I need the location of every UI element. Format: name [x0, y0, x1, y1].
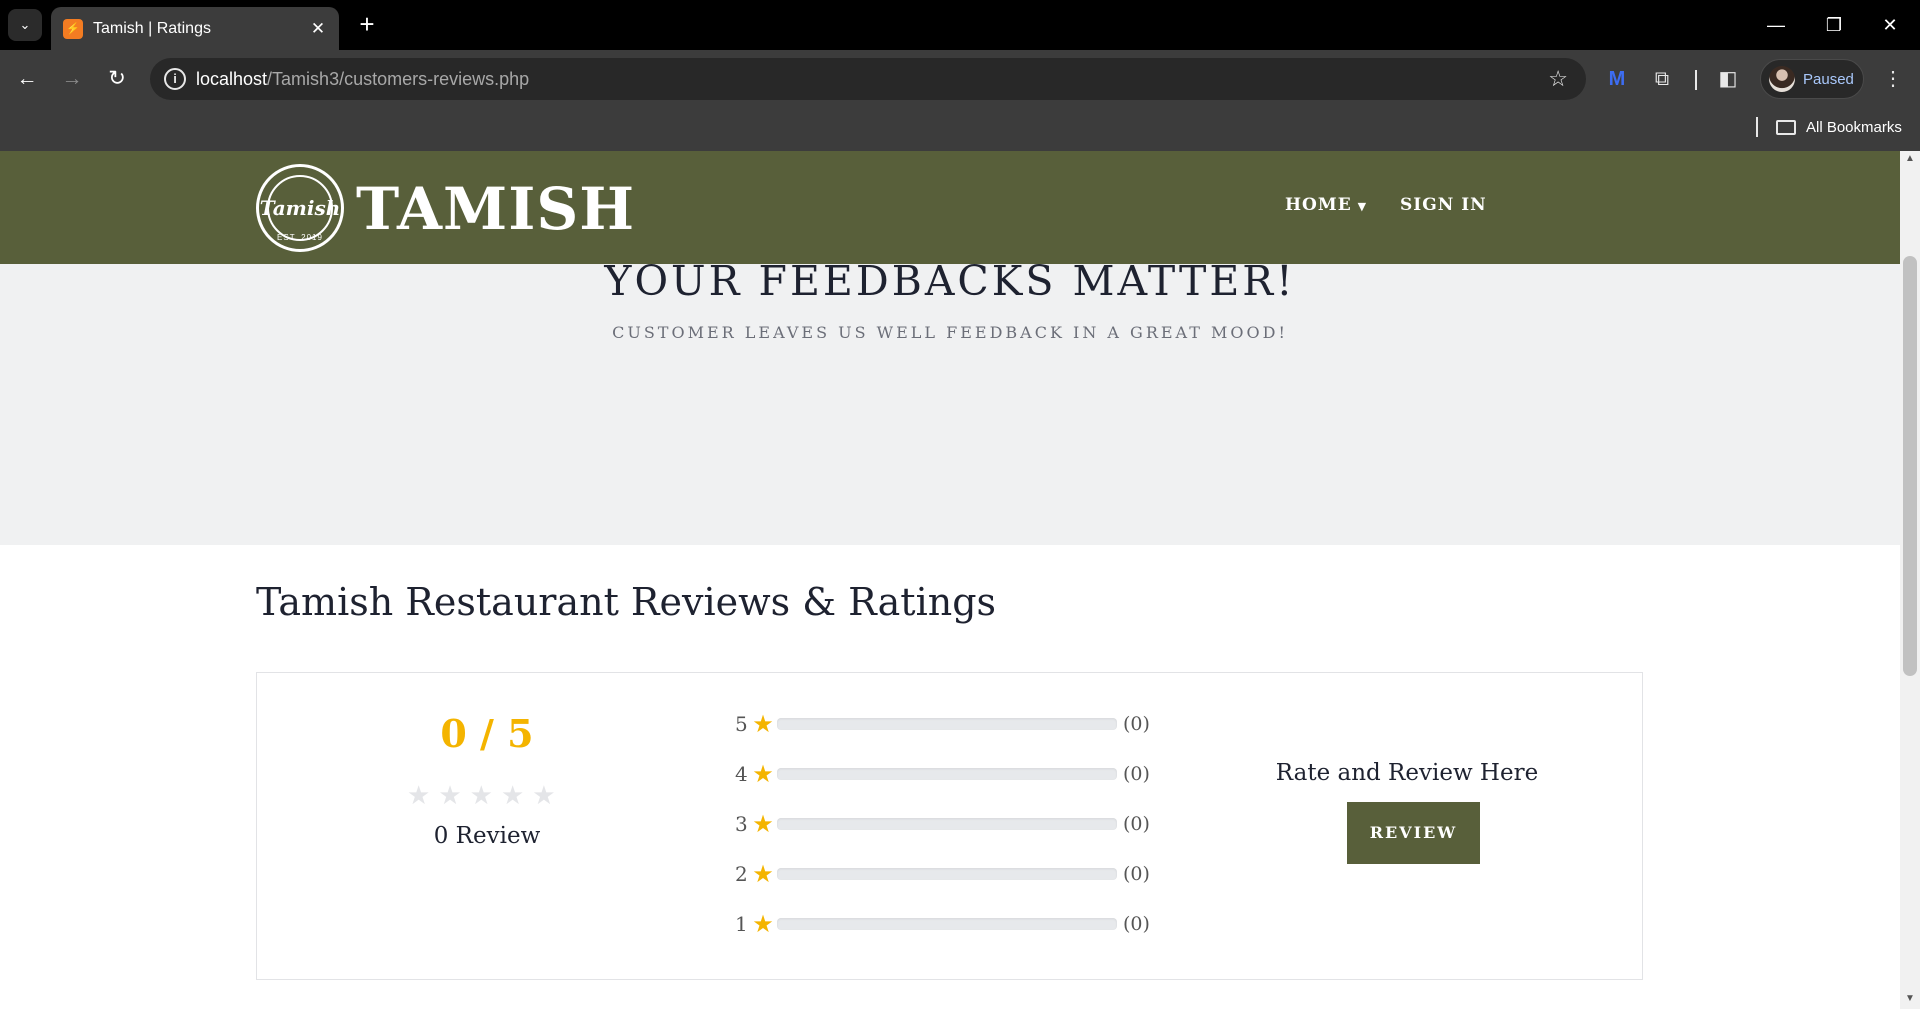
browser-tab-active[interactable]: ⚡ Tamish | Ratings ✕ [51, 7, 339, 50]
bar-star-level: 2 [735, 862, 748, 886]
bar-star-level: 4 [735, 762, 748, 786]
minimize-icon[interactable]: — [1748, 8, 1804, 42]
browser-toolbar: ← → ↻ i localhost/Tamish3/customers-revi… [0, 50, 1920, 108]
rating-bar-row: 5 ★ (0) [735, 709, 1150, 739]
more-menu-icon[interactable]: ⋮ [1876, 62, 1910, 96]
extensions-puzzle-icon[interactable]: ⧉ [1645, 62, 1679, 96]
bar-star-level: 3 [735, 812, 748, 836]
url-text[interactable]: localhost/Tamish3/customers-reviews.php [196, 69, 529, 90]
extension-m-icon[interactable]: M [1600, 62, 1634, 96]
profile-button[interactable]: Paused [1760, 59, 1864, 99]
star-icon: ★ [752, 710, 774, 738]
rating-bar-row: 2 ★ (0) [735, 859, 1150, 889]
progress-track [777, 768, 1117, 780]
nav-home[interactable]: HOME ▼ [1285, 195, 1367, 215]
star-icon: ★ [407, 780, 431, 810]
star-icon: ★ [752, 860, 774, 888]
reload-icon[interactable]: ↻ [100, 62, 134, 96]
star-icon: ★ [752, 760, 774, 788]
chevron-down-icon: ▼ [1357, 200, 1368, 213]
toolbar-divider [1695, 70, 1697, 90]
close-window-icon[interactable]: ✕ [1862, 8, 1918, 42]
tab-close-icon[interactable]: ✕ [305, 19, 331, 39]
hero-subtitle: CUSTOMER LEAVES US WELL FEEDBACK IN A GR… [612, 323, 1288, 342]
brand-wordmark[interactable]: TAMISH [356, 177, 635, 241]
tab-title: Tamish | Ratings [93, 19, 211, 37]
forward-icon[interactable]: → [55, 62, 89, 96]
address-bar[interactable]: i localhost/Tamish3/customers-reviews.ph… [150, 58, 1586, 100]
average-score: 0 / 5 [440, 711, 534, 756]
bar-count: (0) [1123, 863, 1150, 885]
xampp-favicon-icon: ⚡ [63, 18, 83, 39]
progress-track [777, 718, 1117, 730]
star-icon: ★ [532, 780, 556, 810]
emblem-est: EST. 2019 [277, 233, 323, 242]
nav-home-label: HOME [1285, 195, 1352, 215]
review-button[interactable]: REVIEW [1347, 802, 1480, 864]
rating-bar-row: 1 ★ (0) [735, 909, 1150, 939]
rating-bar-row: 3 ★ (0) [735, 809, 1150, 839]
all-bookmarks-button[interactable]: All Bookmarks [1776, 116, 1902, 138]
scrollbar-thumb[interactable] [1903, 256, 1917, 676]
tab-search-icon[interactable]: ⌄ [8, 9, 42, 41]
side-panel-icon[interactable]: ◧ [1711, 62, 1745, 96]
ratings-card: 0 / 5 ★ ★ ★ ★ ★ 0 Review 5 ★ (0) 4 ★ (0) [256, 672, 1643, 980]
bar-star-level: 5 [735, 712, 748, 736]
bar-star-level: 1 [735, 912, 748, 936]
progress-track [777, 868, 1117, 880]
tamish-emblem-logo[interactable]: Tamish EST. 2019 [256, 164, 344, 252]
avatar [1769, 66, 1795, 92]
bar-count: (0) [1123, 763, 1150, 785]
reviews-section: Tamish Restaurant Reviews & Ratings 0 / … [0, 545, 1900, 1009]
page-viewport: Tamish EST. 2019 TAMISH HOME ▼ SIGN IN YO… [0, 151, 1920, 1009]
scroll-down-arrow-icon[interactable]: ▼ [1903, 993, 1917, 1007]
nav-sign-in[interactable]: SIGN IN [1400, 195, 1487, 215]
url-path: /Tamish3/customers-reviews.php [267, 69, 530, 89]
star-icon: ★ [752, 910, 774, 938]
back-icon[interactable]: ← [10, 62, 44, 96]
emblem-script: Tamish [259, 196, 341, 220]
bar-count: (0) [1123, 713, 1150, 735]
review-count: 0 Review [433, 823, 541, 849]
progress-track [777, 918, 1117, 930]
hero-title: YOUR FEEDBACKS MATTER! [604, 257, 1296, 305]
url-host: localhost [196, 69, 268, 89]
section-title: Tamish Restaurant Reviews & Ratings [256, 580, 997, 624]
star-icon: ★ [438, 780, 462, 810]
tab-strip: ⌄ ⚡ Tamish | Ratings ✕ + — ❐ ✕ [0, 0, 1920, 50]
browser-chrome: ⌄ ⚡ Tamish | Ratings ✕ + — ❐ ✕ ← → ↻ i l… [0, 0, 1920, 151]
star-icon: ★ [469, 780, 493, 810]
average-stars: ★ ★ ★ ★ ★ [407, 782, 556, 808]
folder-icon [1776, 119, 1796, 135]
bar-count: (0) [1123, 813, 1150, 835]
site-header: Tamish EST. 2019 TAMISH HOME ▼ SIGN IN [0, 151, 1900, 264]
star-icon: ★ [752, 810, 774, 838]
star-icon: ★ [500, 780, 525, 810]
page-scrollbar[interactable]: ▲ ▼ [1900, 151, 1920, 1009]
rate-review-label: Rate and Review Here [1275, 760, 1539, 786]
bar-count: (0) [1123, 913, 1150, 935]
new-tab-icon[interactable]: + [352, 10, 382, 40]
progress-track [777, 818, 1117, 830]
bookmarks-bar: All Bookmarks [0, 108, 1920, 151]
scroll-up-arrow-icon[interactable]: ▲ [1903, 153, 1917, 167]
profile-status: Paused [1803, 70, 1854, 88]
bookmark-star-icon[interactable]: ☆ [1548, 66, 1568, 92]
bookmarks-divider [1756, 117, 1758, 137]
restore-icon[interactable]: ❐ [1806, 8, 1862, 42]
rating-bar-row: 4 ★ (0) [735, 759, 1150, 789]
site-info-icon[interactable]: i [164, 68, 186, 90]
all-bookmarks-label: All Bookmarks [1806, 118, 1902, 136]
